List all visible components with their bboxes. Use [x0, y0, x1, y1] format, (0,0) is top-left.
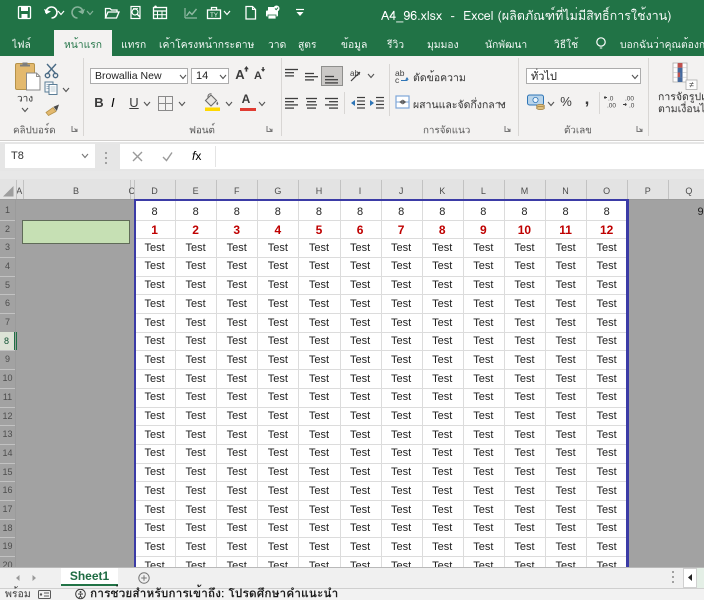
- svg-text:.0: .0: [608, 96, 614, 103]
- svg-text:.0: .0: [629, 103, 635, 110]
- svg-text:ab: ab: [350, 69, 359, 78]
- svg-text:.00: .00: [625, 96, 634, 103]
- svg-text:.00: .00: [607, 103, 616, 110]
- svg-text:TY: TY: [210, 13, 218, 19]
